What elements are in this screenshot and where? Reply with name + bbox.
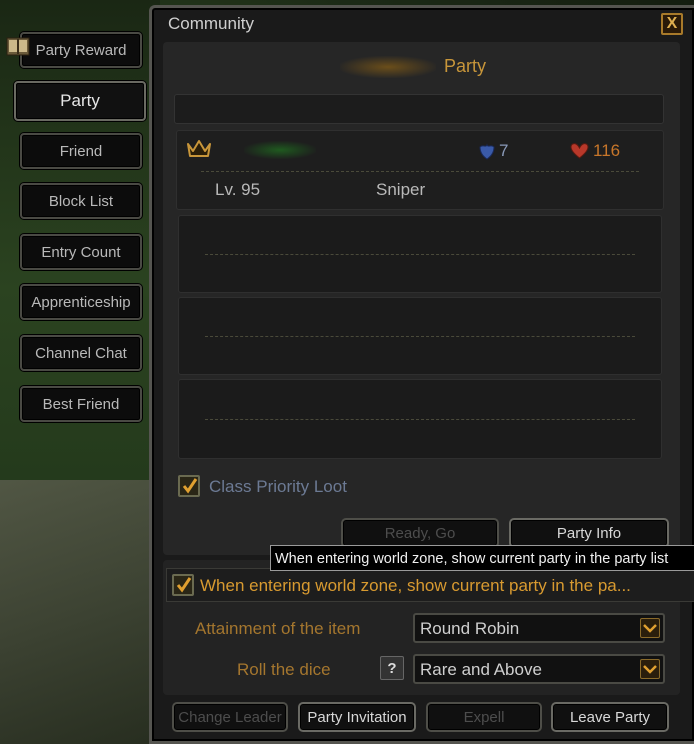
button-label: Party Info: [556, 524, 622, 542]
divider: [205, 419, 635, 420]
close-button[interactable]: X: [661, 13, 683, 35]
tab-block-list[interactable]: Block List: [20, 183, 142, 219]
button-label: Leave Party: [569, 708, 651, 726]
heart-icon: [570, 143, 589, 159]
tab-label: Party Reward: [35, 41, 127, 59]
help-icon: ?: [387, 659, 397, 677]
close-icon: X: [666, 15, 678, 32]
tab-label: Party: [60, 91, 100, 110]
button-label: Change Leader: [178, 708, 282, 726]
tab-friend[interactable]: Friend: [20, 133, 142, 169]
roll-label: Roll the dice: [237, 660, 331, 679]
party-slot-empty[interactable]: [178, 379, 662, 459]
help-button[interactable]: ?: [380, 656, 404, 680]
class-priority-loot-label: Class Priority Loot: [209, 477, 347, 496]
tab-party-reward[interactable]: Party Reward: [20, 32, 142, 68]
ready-go-button[interactable]: Ready, Go: [341, 518, 499, 548]
checkmark-icon: [182, 478, 198, 494]
background-path: [0, 480, 160, 744]
divider: [201, 171, 639, 172]
chevron-down-icon: [640, 618, 660, 638]
party-slot-empty[interactable]: [178, 297, 662, 375]
party-invitation-button[interactable]: Party Invitation: [298, 702, 416, 732]
expell-button[interactable]: Expell: [426, 702, 542, 732]
class-priority-loot-checkbox[interactable]: [178, 475, 200, 497]
divider: [205, 336, 635, 337]
tab-best-friend[interactable]: Best Friend: [20, 386, 142, 422]
select-value: Round Robin: [420, 619, 520, 638]
world-zone-label: When entering world zone, show current p…: [200, 576, 631, 595]
member-defense: 7: [499, 141, 509, 160]
tab-label: Best Friend: [42, 395, 120, 413]
button-label: Ready, Go: [384, 524, 456, 542]
select-value: Rare and Above: [420, 660, 542, 679]
tab-label: Apprenticeship: [31, 293, 131, 311]
member-hp: 116: [593, 141, 621, 160]
tab-party[interactable]: Party: [14, 81, 146, 121]
roll-select[interactable]: Rare and Above: [413, 654, 665, 684]
world-zone-checkbox[interactable]: [172, 574, 194, 596]
change-leader-button[interactable]: Change Leader: [172, 702, 288, 732]
party-info-button[interactable]: Party Info: [509, 518, 669, 548]
leave-party-button[interactable]: Leave Party: [551, 702, 669, 732]
tab-channel-chat[interactable]: Channel Chat: [20, 335, 142, 371]
tab-label: Block List: [48, 192, 114, 210]
attainment-select[interactable]: Round Robin: [413, 613, 665, 643]
member-class: Sniper: [376, 180, 426, 199]
tab-entry-count[interactable]: Entry Count: [20, 234, 142, 270]
shield-icon: [479, 143, 495, 160]
party-title: Party: [444, 56, 487, 76]
button-label: Party Invitation: [307, 708, 407, 726]
divider: [205, 254, 635, 255]
checkmark-icon: [176, 577, 192, 593]
party-header-bar: [174, 94, 664, 124]
party-name-blurred: [340, 56, 436, 78]
member-level: Lv. 95: [215, 180, 261, 199]
chevron-down-icon: [640, 659, 660, 679]
tab-label: Channel Chat: [35, 344, 127, 362]
button-label: Expell: [463, 708, 505, 726]
crown-icon: [187, 140, 211, 157]
tab-label: Entry Count: [41, 243, 121, 261]
book-icon: [6, 37, 30, 56]
tooltip: When entering world zone, show current p…: [270, 545, 694, 571]
party-slot-empty[interactable]: [178, 215, 662, 293]
tab-apprenticeship[interactable]: Apprenticeship: [20, 284, 142, 320]
window-title: Community: [168, 14, 254, 33]
attainment-label: Attainment of the item: [195, 619, 361, 638]
member-name-blurred: [244, 141, 316, 159]
tab-label: Friend: [59, 142, 103, 160]
